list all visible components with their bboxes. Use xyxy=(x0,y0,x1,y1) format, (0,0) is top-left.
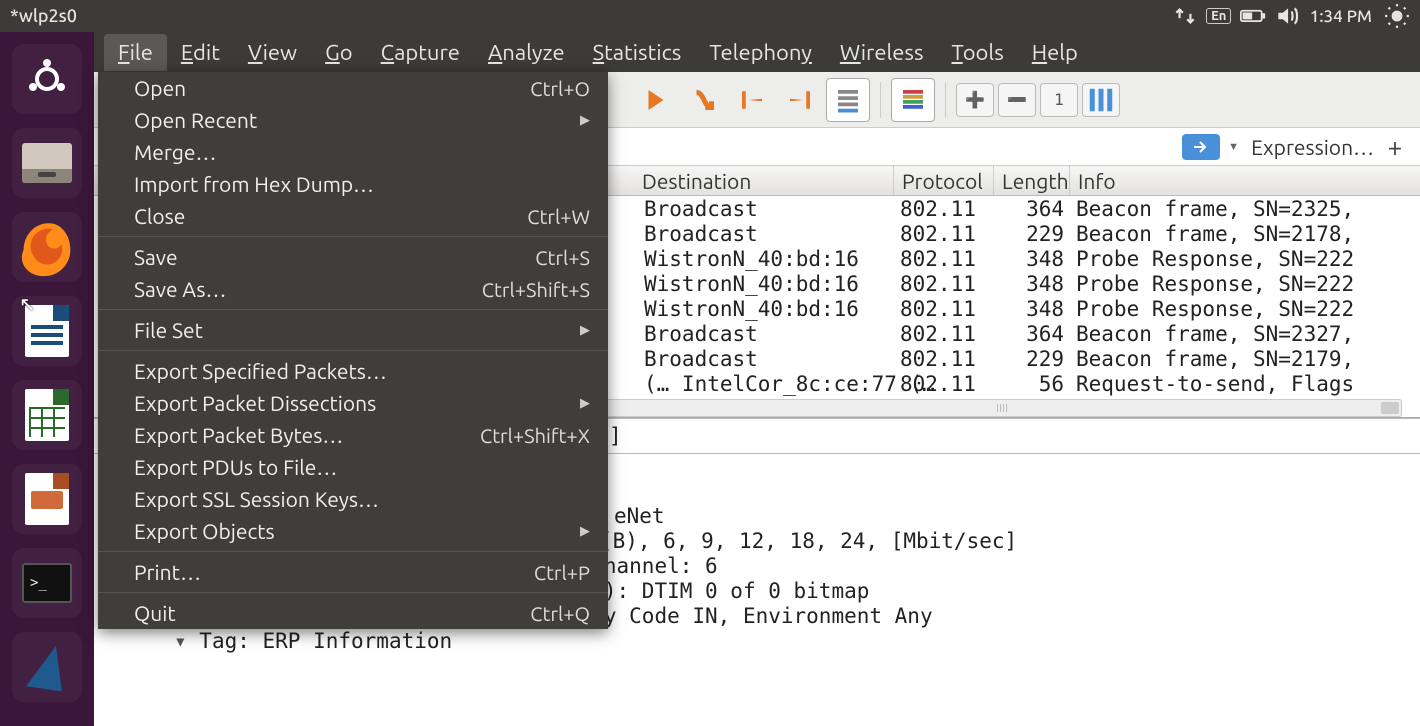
expression-button[interactable]: Expression… xyxy=(1251,135,1374,159)
volume-icon[interactable] xyxy=(1274,3,1300,29)
menu-item-open-recent[interactable]: Open Recent▶ xyxy=(98,104,608,136)
launcher-impress[interactable] xyxy=(12,464,82,534)
menu-capture[interactable]: Capture xyxy=(367,34,474,71)
launcher-files[interactable] xyxy=(12,128,82,198)
resize-columns-icon[interactable] xyxy=(1082,83,1120,117)
menu-go[interactable]: Go xyxy=(311,34,366,71)
filter-history-dropdown[interactable]: ▼ xyxy=(1228,141,1239,153)
go-last-icon[interactable] xyxy=(778,78,822,122)
menu-item-close[interactable]: CloseCtrl+W xyxy=(98,200,608,232)
menu-view[interactable]: View xyxy=(234,34,311,71)
filter-apply-icon[interactable] xyxy=(1182,134,1220,160)
autoscroll-icon[interactable] xyxy=(826,78,870,122)
network-updown-icon[interactable] xyxy=(1172,3,1198,29)
launcher-wireshark[interactable] xyxy=(12,632,82,702)
menu-item-export-packet-bytes[interactable]: Export Packet Bytes…Ctrl+Shift+X xyxy=(98,419,608,451)
colorize-icon[interactable] xyxy=(891,78,935,122)
system-topbar: *wlp2s0 En 1:34 PM xyxy=(0,0,1420,32)
clock[interactable]: 1:34 PM xyxy=(1310,7,1372,26)
menu-item-quit[interactable]: QuitCtrl+Q xyxy=(98,597,608,629)
settings-gear-icon[interactable] xyxy=(1384,3,1410,29)
language-indicator[interactable]: En xyxy=(1206,3,1232,29)
launcher-terminal[interactable]: >_ xyxy=(12,548,82,618)
menu-item-export-objects[interactable]: Export Objects▶ xyxy=(98,515,608,547)
menu-item-print[interactable]: Print…Ctrl+P xyxy=(98,556,608,588)
menu-item-save-as[interactable]: Save As…Ctrl+Shift+S xyxy=(98,273,608,305)
go-next-icon[interactable] xyxy=(634,78,678,122)
add-filter-button[interactable]: + xyxy=(1380,132,1410,161)
menu-item-export-ssl-session-keys[interactable]: Export SSL Session Keys… xyxy=(98,483,608,515)
menu-telephony[interactable]: Telephony xyxy=(695,34,826,71)
col-length[interactable]: Length xyxy=(994,166,1070,195)
unity-launcher: >_ xyxy=(0,32,94,726)
col-protocol[interactable]: Protocol xyxy=(894,166,994,195)
menu-wireless[interactable]: Wireless xyxy=(826,34,938,71)
packet-list-hscrollbar[interactable] xyxy=(604,399,1402,417)
window-title: *wlp2s0 xyxy=(10,6,77,26)
menu-item-export-pdus-to-file[interactable]: Export PDUs to File… xyxy=(98,451,608,483)
menu-item-file-set[interactable]: File Set▶ xyxy=(98,314,608,346)
battery-icon[interactable] xyxy=(1240,3,1266,29)
menu-statistics[interactable]: Statistics xyxy=(579,34,696,71)
tree-item[interactable]: Tag: ERP Information xyxy=(144,629,1420,654)
menu-item-import-from-hex-dump[interactable]: Import from Hex Dump… xyxy=(98,168,608,200)
menu-analyze[interactable]: Analyze xyxy=(474,34,579,71)
launcher-dash[interactable] xyxy=(12,44,82,114)
app-menubar: File Edit View Go Capture Analyze Statis… xyxy=(94,32,1420,72)
menu-item-export-specified-packets[interactable]: Export Specified Packets… xyxy=(98,355,608,387)
launcher-firefox[interactable] xyxy=(12,212,82,282)
mouse-cursor: ↖ xyxy=(19,292,36,316)
menu-item-merge[interactable]: Merge… xyxy=(98,136,608,168)
col-info[interactable]: Info xyxy=(1070,166,1420,195)
menu-file[interactable]: File xyxy=(104,34,167,71)
menu-item-open[interactable]: OpenCtrl+O xyxy=(98,72,608,104)
zoom-out-icon[interactable]: ➖ xyxy=(998,83,1036,117)
menu-item-export-packet-dissections[interactable]: Export Packet Dissections▶ xyxy=(98,387,608,419)
menu-item-save[interactable]: SaveCtrl+S xyxy=(98,241,608,273)
menu-edit[interactable]: Edit xyxy=(167,34,234,71)
menu-help[interactable]: Help xyxy=(1018,34,1092,71)
menu-tools[interactable]: Tools xyxy=(938,34,1018,71)
launcher-calc[interactable] xyxy=(12,380,82,450)
zoom-reset-icon[interactable]: 1 xyxy=(1040,83,1078,117)
file-menu-dropdown: OpenCtrl+OOpen Recent▶Merge…Import from … xyxy=(98,72,608,629)
go-first-icon[interactable] xyxy=(730,78,774,122)
go-down-icon[interactable] xyxy=(682,78,726,122)
col-destination[interactable]: Destination xyxy=(634,166,894,195)
zoom-in-icon[interactable]: ➕ xyxy=(956,83,994,117)
